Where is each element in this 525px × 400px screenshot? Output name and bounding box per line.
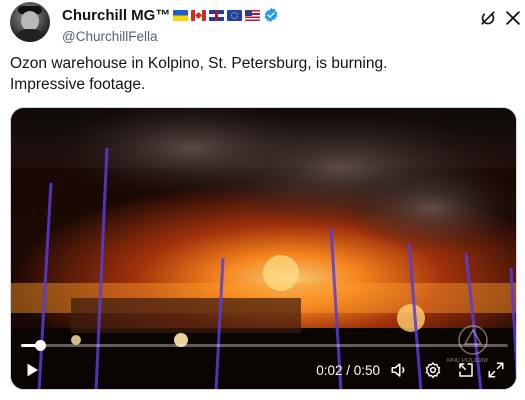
- grok-icon[interactable]: [478, 8, 498, 28]
- fullscreen-icon[interactable]: [487, 361, 505, 379]
- verified-badge-icon: [265, 8, 278, 22]
- author-display-name[interactable]: Churchill MG™: [62, 7, 170, 24]
- tweet-header: Churchill MG™ @ChurchillFella: [10, 2, 520, 46]
- volume-muted-icon[interactable]: [390, 361, 408, 379]
- author-handle[interactable]: @ChurchillFella: [62, 29, 279, 44]
- video-time: 0:02 / 0:50: [316, 363, 380, 378]
- uk-flag-icon: [209, 9, 225, 21]
- video-progress-bar[interactable]: [21, 340, 508, 351]
- avatar[interactable]: [10, 2, 50, 42]
- tweet-text-line-1: Ozon warehouse in Kolpino, St. Petersbur…: [10, 55, 388, 72]
- video-frame: [11, 108, 516, 389]
- picture-in-picture-icon[interactable]: [457, 361, 475, 379]
- eu-flag-icon: [227, 9, 243, 21]
- author-names: Churchill MG™ @ChurchillFella: [62, 5, 279, 44]
- usa-flag-icon: [245, 9, 261, 21]
- tweet-text-line-2: Impressive footage.: [10, 76, 146, 93]
- canada-flag-icon: [191, 9, 207, 21]
- play-icon[interactable]: [23, 361, 41, 379]
- ukraine-flag-icon: [173, 9, 189, 21]
- tweet-text: Ozon warehouse in Kolpino, St. Petersbur…: [10, 53, 515, 95]
- video-player[interactable]: МЧС РОССИИ 0:02 / 0:50: [10, 107, 517, 390]
- video-controls: 0:02 / 0:50: [11, 358, 516, 384]
- gear-icon[interactable]: [424, 361, 442, 379]
- close-icon[interactable]: [503, 8, 523, 28]
